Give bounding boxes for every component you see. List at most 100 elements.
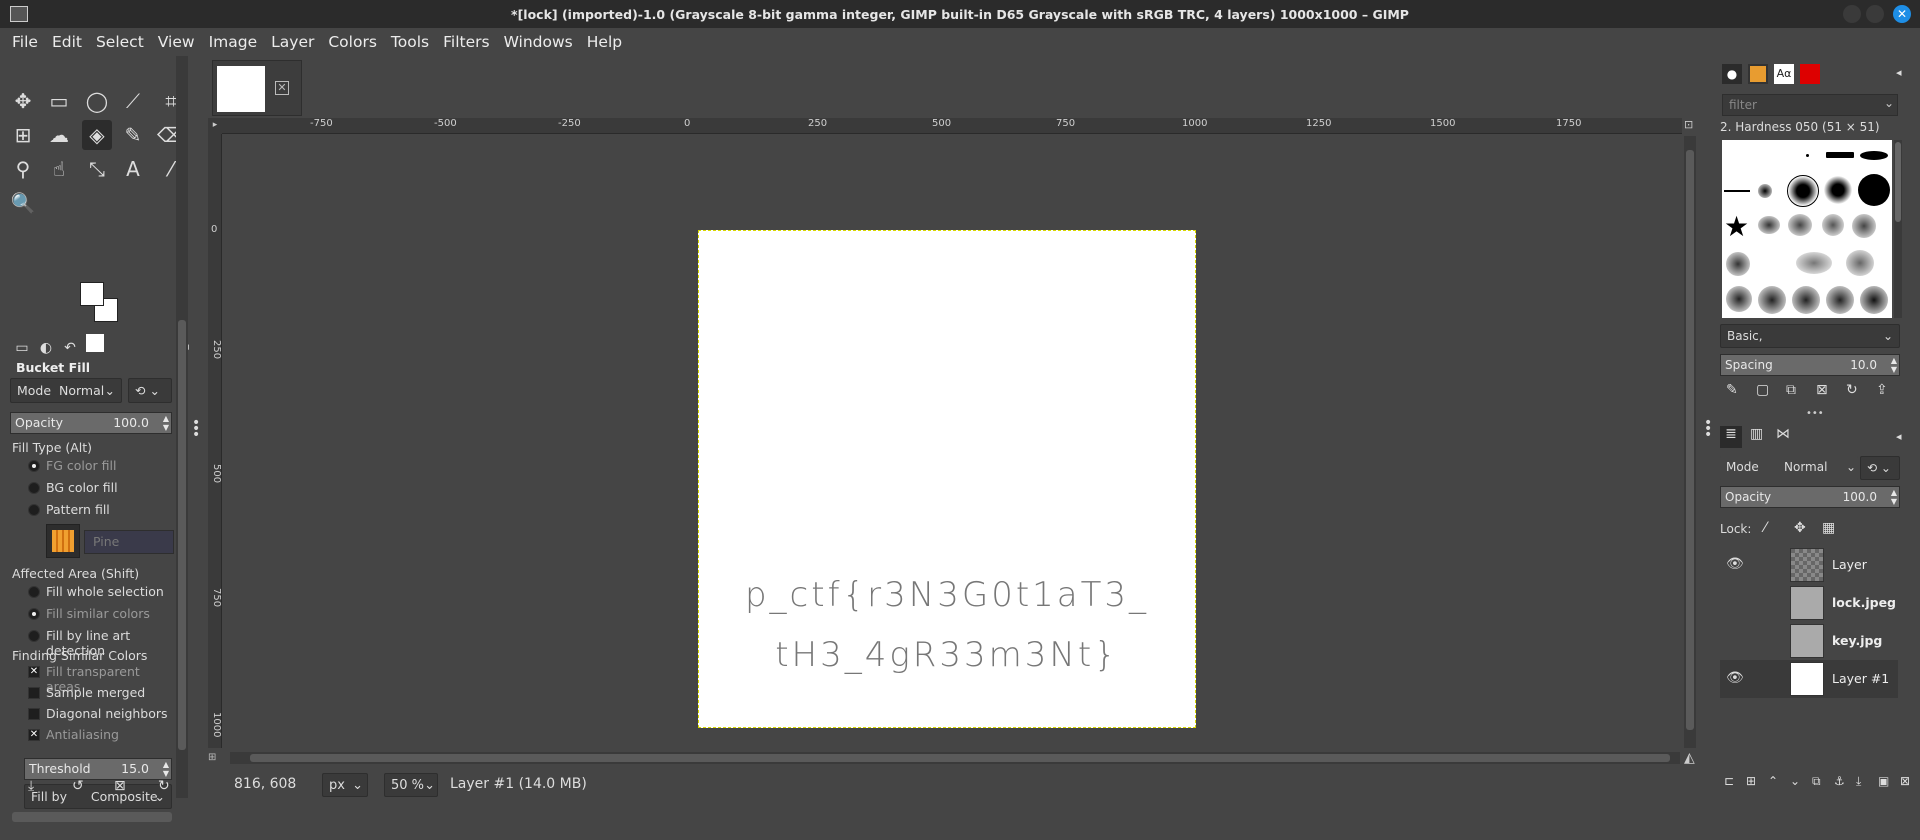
- pattern-fill-radio[interactable]: [28, 504, 40, 516]
- brush-item[interactable]: [1792, 286, 1820, 314]
- save-options-icon[interactable]: ⤓: [28, 778, 34, 794]
- layer-row[interactable]: lock.jpeg: [1720, 584, 1898, 622]
- fonts-tab-icon[interactable]: Aα: [1774, 64, 1794, 84]
- channels-tab-icon[interactable]: ▥: [1750, 426, 1763, 442]
- undo-history-tab-icon[interactable]: ↶: [58, 337, 82, 359]
- device-status-tab-icon[interactable]: ◐: [34, 337, 58, 359]
- refresh-brushes-icon[interactable]: ↻: [1846, 382, 1858, 398]
- zoom-tool-icon[interactable]: 🔍: [8, 188, 38, 218]
- quick-mask-icon[interactable]: ▸: [208, 118, 222, 134]
- patterns-tab-icon[interactable]: [1748, 64, 1768, 84]
- configure-tab-icon[interactable]: ◂: [1896, 66, 1902, 79]
- canvas-viewport[interactable]: p_ctf{r3N3G0t1aT3_ tH3_4gR33m3Nt}: [224, 136, 1680, 748]
- lock-position-icon[interactable]: ✥: [1794, 520, 1806, 536]
- layer-row[interactable]: key.jpg: [1720, 622, 1898, 660]
- close-tab-icon[interactable]: ✕: [275, 81, 289, 95]
- navigate-icon[interactable]: ⊞: [208, 752, 228, 764]
- fuzzy-select-tool-icon[interactable]: ⟋: [118, 86, 148, 116]
- reset-options-icon[interactable]: ↻: [158, 778, 170, 794]
- tool-options-tab-icon[interactable]: ▭: [10, 337, 34, 359]
- transform-tool-icon[interactable]: ⊞: [8, 120, 38, 150]
- paths-tab-icon[interactable]: ⋈: [1776, 426, 1790, 442]
- lasso-tool-icon[interactable]: ◯: [82, 86, 112, 116]
- pattern-name-field[interactable]: Pine: [84, 530, 174, 554]
- merge-layer-icon[interactable]: ⤓: [1856, 774, 1861, 789]
- mode-select[interactable]: Mode Normal ⌄: [10, 378, 122, 403]
- brush-item[interactable]: [1824, 176, 1852, 204]
- spin-arrows-icon[interactable]: ▲ ▼: [1891, 488, 1897, 506]
- warp-tool-icon[interactable]: ☁: [44, 120, 74, 150]
- rect-select-tool-icon[interactable]: ▭: [44, 86, 74, 116]
- spin-arrows-icon[interactable]: ▲ ▼: [163, 414, 169, 432]
- minimize-button[interactable]: [1843, 5, 1861, 23]
- spin-arrows-icon[interactable]: ▲ ▼: [1891, 356, 1897, 374]
- images-tab-icon[interactable]: [86, 334, 104, 352]
- menu-select[interactable]: Select: [89, 28, 151, 56]
- brushes-tab-icon[interactable]: ●: [1722, 64, 1742, 84]
- fill-line-art-radio[interactable]: [28, 630, 40, 642]
- menu-help[interactable]: Help: [580, 28, 629, 56]
- fill-transparent-checkbox[interactable]: ✕: [28, 666, 40, 678]
- fg-fill-radio[interactable]: [28, 460, 40, 472]
- paintbrush-tool-icon[interactable]: ✎: [118, 120, 148, 150]
- open-brush-icon[interactable]: ⇪: [1876, 382, 1888, 398]
- vscroll-thumb[interactable]: [1686, 150, 1694, 730]
- maximize-button[interactable]: [1866, 5, 1884, 23]
- dock-separator-icon[interactable]: •••: [1806, 408, 1824, 419]
- brush-item[interactable]: [1826, 152, 1854, 158]
- brush-item[interactable]: [1726, 286, 1752, 312]
- chevron-down-icon[interactable]: ⌄: [1884, 96, 1894, 110]
- image-tab[interactable]: ✕: [212, 60, 302, 116]
- diagonal-neighbors-checkbox[interactable]: [28, 708, 40, 720]
- anchor-layer-icon[interactable]: ⚓: [1834, 774, 1845, 788]
- configure-tab-icon[interactable]: ◂: [1896, 430, 1902, 443]
- lock-alpha-icon[interactable]: ▦: [1822, 520, 1835, 536]
- menu-colors[interactable]: Colors: [321, 28, 384, 56]
- sample-merged-checkbox[interactable]: [28, 687, 40, 699]
- brush-preset-select[interactable]: Basic, ⌄: [1720, 324, 1900, 348]
- brush-item[interactable]: [1852, 214, 1876, 238]
- layer-mode-reset-button[interactable]: ⟲ ⌄: [1860, 456, 1900, 480]
- layer-row[interactable]: 👁 Layer: [1720, 546, 1898, 584]
- brush-item[interactable]: [1846, 250, 1874, 276]
- duplicate-brush-icon[interactable]: ⧉: [1786, 382, 1796, 398]
- menu-view[interactable]: View: [151, 28, 202, 56]
- menu-image[interactable]: Image: [202, 28, 265, 56]
- clone-tool-icon[interactable]: ⚲: [8, 154, 38, 184]
- delete-layer-icon[interactable]: ⊠: [1900, 774, 1910, 788]
- brush-item[interactable]: [1724, 190, 1750, 192]
- navigate-arrow-icon[interactable]: ◭: [1684, 750, 1695, 766]
- brush-item[interactable]: [1860, 286, 1888, 314]
- new-layer-icon[interactable]: ⊏: [1724, 774, 1734, 788]
- options-scrollbar[interactable]: [12, 812, 172, 822]
- menu-edit[interactable]: Edit: [45, 28, 89, 56]
- brush-item[interactable]: [1806, 154, 1809, 157]
- mode-reset-button[interactable]: ⟲ ⌄: [128, 378, 172, 403]
- menu-tools[interactable]: Tools: [384, 28, 436, 56]
- brush-item[interactable]: [1860, 151, 1888, 160]
- toolbox-scroll-thumb[interactable]: [178, 320, 186, 750]
- layer-row-selected[interactable]: 👁 Layer #1: [1720, 660, 1898, 698]
- visibility-eye-icon[interactable]: 👁: [1726, 556, 1744, 572]
- hscroll-thumb[interactable]: [250, 754, 1670, 762]
- brush-scroll-thumb[interactable]: [1895, 142, 1901, 222]
- palettes-tab-icon[interactable]: [1800, 64, 1820, 84]
- mask-layer-icon[interactable]: ▣: [1878, 774, 1889, 788]
- brush-scrollbar[interactable]: [1894, 140, 1902, 318]
- brush-item[interactable]: [1726, 252, 1750, 276]
- menu-windows[interactable]: Windows: [497, 28, 580, 56]
- selected-brush[interactable]: [1787, 175, 1819, 207]
- brush-item[interactable]: [1826, 286, 1854, 314]
- smudge-tool-icon[interactable]: ☝: [44, 154, 74, 184]
- horizontal-scrollbar[interactable]: [230, 752, 1680, 764]
- dock-handle-icon[interactable]: • • •: [1704, 416, 1712, 442]
- brush-item[interactable]: [1758, 184, 1772, 198]
- layer-mode-select[interactable]: Mode Normal ⌄: [1720, 456, 1858, 480]
- antialiasing-checkbox[interactable]: ✕: [28, 729, 40, 741]
- image-canvas[interactable]: p_ctf{r3N3G0t1aT3_ tH3_4gR33m3Nt}: [698, 230, 1196, 728]
- move-tool-icon[interactable]: ✥: [8, 86, 38, 116]
- vertical-scrollbar[interactable]: [1684, 136, 1696, 748]
- new-brush-icon[interactable]: ▢: [1756, 382, 1769, 398]
- restore-options-icon[interactable]: ↺: [72, 778, 84, 794]
- brush-grid[interactable]: ★: [1722, 140, 1892, 318]
